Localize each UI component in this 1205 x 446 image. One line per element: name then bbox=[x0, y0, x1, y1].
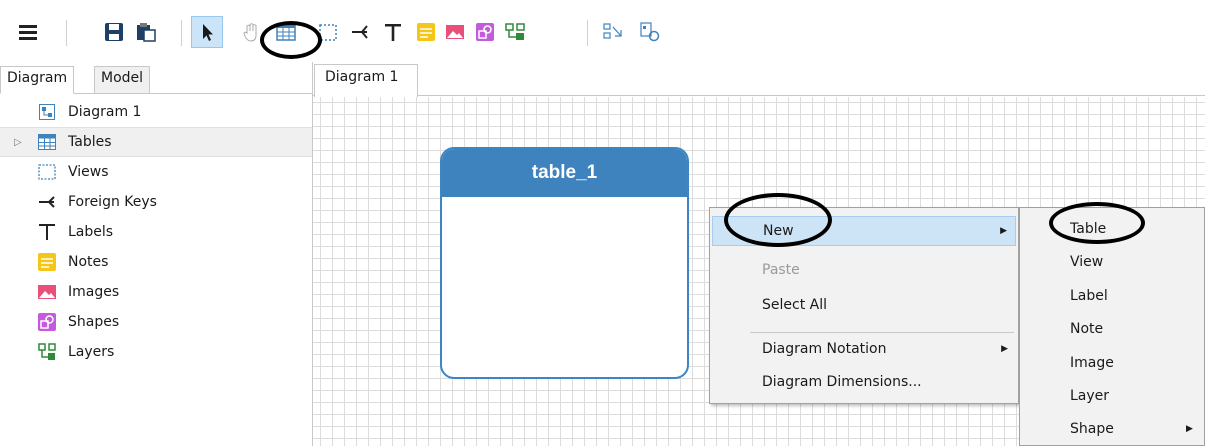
submenu-item-label: Label bbox=[1070, 287, 1108, 304]
table-entity-title: table_1 bbox=[442, 149, 687, 197]
pan-tool-icon[interactable] bbox=[241, 22, 261, 42]
tab-model[interactable]: Model bbox=[94, 66, 151, 94]
tree-item-label: Images bbox=[68, 284, 120, 300]
diagram-tree: Diagram 1 ▷ Tables Views Foreign Keys La… bbox=[0, 95, 312, 446]
submenu-item-label[interactable]: Label bbox=[1020, 279, 1205, 312]
table-entity[interactable]: table_1 bbox=[440, 147, 689, 379]
image-tool-icon[interactable] bbox=[445, 22, 465, 42]
tree-item-label: Foreign Keys bbox=[68, 194, 157, 210]
table-icon bbox=[38, 133, 56, 151]
tree-item-tables[interactable]: ▷ Tables bbox=[0, 127, 312, 157]
tree-item-diagram[interactable]: Diagram 1 bbox=[0, 97, 312, 127]
layer-tool-icon[interactable] bbox=[505, 22, 525, 42]
tree-item-labels[interactable]: Labels bbox=[0, 217, 312, 247]
diagram-properties-icon[interactable] bbox=[640, 22, 660, 42]
shape-tool-icon[interactable] bbox=[475, 22, 495, 42]
menu-item-diagram-dimensions[interactable]: Diagram Dimensions... bbox=[712, 367, 1016, 397]
tree-item-label: Layers bbox=[68, 344, 115, 360]
submenu-item-shape[interactable]: Shape ▶ bbox=[1020, 412, 1205, 445]
new-table-icon[interactable] bbox=[276, 22, 296, 42]
submenu-item-label: Note bbox=[1070, 320, 1104, 337]
context-menu: New ▶ Paste Select All Diagram Notation … bbox=[709, 207, 1019, 404]
submenu-arrow-icon: ▶ bbox=[1186, 423, 1193, 434]
submenu-arrow-icon: ▶ bbox=[1001, 344, 1008, 354]
view-icon bbox=[38, 163, 56, 181]
submenu-item-image[interactable]: Image bbox=[1020, 346, 1205, 379]
tree-item-label: Views bbox=[68, 164, 109, 180]
submenu-item-label: Image bbox=[1070, 354, 1114, 371]
submenu-item-layer[interactable]: Layer bbox=[1020, 379, 1205, 412]
tree-item-layers[interactable]: Layers bbox=[0, 337, 312, 367]
new-submenu: Table View Label Note Image Layer Shape … bbox=[1019, 207, 1205, 446]
tree-item-label: Notes bbox=[68, 254, 109, 270]
submenu-arrow-icon: ▶ bbox=[1000, 226, 1007, 236]
left-panel-tabs: Diagram Model bbox=[0, 64, 312, 94]
tree-item-label: Diagram 1 bbox=[68, 104, 142, 120]
label-tool-icon[interactable] bbox=[383, 22, 403, 42]
tree-item-foreign-keys[interactable]: Foreign Keys bbox=[0, 187, 312, 217]
submenu-item-view[interactable]: View bbox=[1020, 245, 1205, 278]
select-tool-icon[interactable] bbox=[197, 22, 217, 42]
new-view-icon[interactable] bbox=[318, 22, 338, 42]
submenu-item-label: Layer bbox=[1070, 387, 1110, 404]
tree-item-notes[interactable]: Notes bbox=[0, 247, 312, 277]
toolbar bbox=[0, 0, 1205, 62]
paste-icon[interactable] bbox=[136, 22, 156, 42]
tree-item-label: Tables bbox=[68, 134, 112, 150]
menu-separator bbox=[750, 332, 1014, 333]
expand-arrow-icon[interactable]: ▷ bbox=[14, 137, 22, 148]
tree-item-label: Shapes bbox=[68, 314, 120, 330]
submenu-item-table[interactable]: Table bbox=[1020, 212, 1205, 245]
layer-icon bbox=[38, 343, 56, 361]
toolbar-separator bbox=[66, 20, 67, 46]
tab-diagram-1[interactable]: Diagram 1 bbox=[314, 64, 418, 97]
menu-item-label: New bbox=[763, 223, 794, 239]
menu-item-label: Diagram Notation bbox=[762, 341, 887, 357]
tree-item-images[interactable]: Images bbox=[0, 277, 312, 307]
toolbar-separator bbox=[181, 20, 182, 46]
menu-icon[interactable] bbox=[18, 22, 38, 42]
arrange-icon[interactable] bbox=[603, 22, 623, 42]
tree-item-views[interactable]: Views bbox=[0, 157, 312, 187]
note-tool-icon[interactable] bbox=[416, 22, 436, 42]
menu-item-label: Select All bbox=[762, 297, 827, 313]
diagram-tab-bar bbox=[313, 62, 1205, 96]
toolbar-separator bbox=[587, 20, 588, 46]
save-icon[interactable] bbox=[104, 22, 124, 42]
label-icon bbox=[38, 223, 56, 241]
diagram-icon bbox=[38, 103, 56, 121]
menu-item-label: Diagram Dimensions... bbox=[762, 374, 922, 390]
menu-item-diagram-notation[interactable]: Diagram Notation ▶ bbox=[712, 334, 1016, 364]
tree-item-shapes[interactable]: Shapes bbox=[0, 307, 312, 337]
foreign-key-icon bbox=[38, 193, 56, 211]
note-icon bbox=[38, 253, 56, 271]
shape-icon bbox=[38, 313, 56, 331]
submenu-item-note[interactable]: Note bbox=[1020, 312, 1205, 345]
image-icon bbox=[38, 283, 56, 301]
submenu-item-label: View bbox=[1070, 253, 1104, 270]
menu-item-paste[interactable]: Paste bbox=[712, 255, 1016, 285]
foreign-key-tool-icon[interactable] bbox=[350, 22, 370, 42]
tree-item-label: Labels bbox=[68, 224, 114, 240]
submenu-item-label: Shape bbox=[1070, 420, 1114, 437]
menu-item-new[interactable]: New ▶ bbox=[712, 216, 1016, 246]
submenu-item-label: Table bbox=[1070, 220, 1107, 237]
menu-item-label: Paste bbox=[762, 262, 800, 278]
tab-diagram[interactable]: Diagram bbox=[0, 66, 75, 94]
menu-item-select-all[interactable]: Select All bbox=[712, 290, 1016, 320]
